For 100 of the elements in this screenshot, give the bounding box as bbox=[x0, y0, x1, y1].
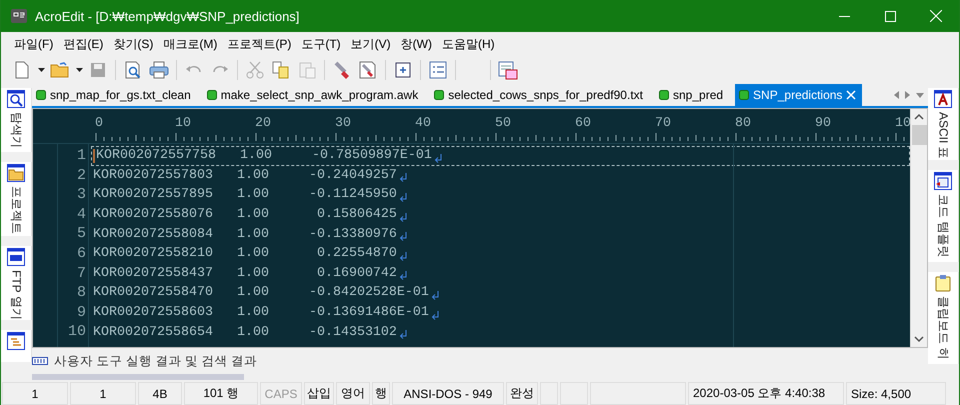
line-end-icon bbox=[398, 173, 407, 184]
line-number: 5 bbox=[76, 224, 87, 244]
menu-item[interactable]: 파일(F) bbox=[9, 36, 58, 52]
ruler-number: 90 bbox=[815, 116, 832, 131]
paste-icon bbox=[298, 61, 316, 79]
list-icon bbox=[429, 61, 447, 79]
code-line: KOR002072558076 1.00 0.15806425 bbox=[93, 207, 397, 222]
code-line: KOR002072558470 1.00 -0.84202528E-01 bbox=[93, 285, 429, 300]
folder-icon bbox=[7, 164, 25, 182]
line-end-icon bbox=[398, 330, 407, 340]
menu-item[interactable]: 프로젝트(P) bbox=[222, 36, 296, 52]
side-panel-tab[interactable] bbox=[1, 330, 32, 362]
menu-item[interactable]: 보기(V) bbox=[346, 36, 396, 52]
side-panel-tab[interactable]: 코드 템플릿 bbox=[928, 170, 959, 262]
line-number: 9 bbox=[76, 302, 87, 322]
side-panel-label: ASCII 표 bbox=[936, 112, 952, 159]
line-end-icon bbox=[398, 252, 407, 262]
line-end-icon bbox=[398, 271, 407, 282]
toolbar-button[interactable] bbox=[427, 59, 449, 81]
ruler-number: 80 bbox=[735, 116, 752, 131]
status-cell: 2020-03-05 오후 4:40:38 bbox=[688, 382, 844, 405]
status-cell: 1 bbox=[2, 382, 68, 405]
line-number: 6 bbox=[76, 244, 87, 264]
side-panel-label: FTP 열기 bbox=[8, 270, 24, 320]
status-cell: 삽입 bbox=[304, 382, 334, 405]
ruler-number: 60 bbox=[575, 116, 592, 131]
close-icon bbox=[930, 10, 942, 22]
side-panel-tab[interactable]: 클립보드 히 bbox=[928, 272, 959, 364]
line-end-icon bbox=[434, 154, 442, 164]
line-number: 2 bbox=[76, 166, 87, 186]
toolbar-button[interactable] bbox=[148, 59, 170, 81]
text-cursor bbox=[93, 148, 95, 163]
status-cell: Size: 4,500 bbox=[846, 382, 946, 405]
line-number: 7 bbox=[76, 264, 87, 284]
ruler-number: 70 bbox=[655, 116, 672, 131]
menu-item[interactable]: 편집(E) bbox=[58, 36, 108, 52]
scroll-thumb[interactable] bbox=[912, 125, 926, 145]
line-end-icon bbox=[398, 212, 407, 223]
ruler-number: 20 bbox=[255, 116, 272, 131]
text-editor[interactable] bbox=[33, 109, 910, 347]
file-icon bbox=[739, 90, 750, 100]
menu-item[interactable]: 창(W) bbox=[396, 36, 437, 52]
side-panel-tab[interactable]: 탐색기 bbox=[1, 88, 32, 152]
line-number: 8 bbox=[76, 283, 87, 303]
file-tab[interactable]: SNP_predictions bbox=[735, 84, 862, 106]
file-tab[interactable]: snp_pred bbox=[655, 84, 736, 106]
status-cell: 영어 bbox=[336, 382, 370, 405]
line-end-icon bbox=[430, 310, 439, 321]
window-title: AcroEdit - [D:₩temp₩dgv₩SNP_predictions] bbox=[35, 8, 300, 24]
line-number: 10 bbox=[66, 322, 87, 342]
copy-icon bbox=[272, 61, 290, 79]
preview-icon bbox=[124, 61, 142, 79]
scissors-icon bbox=[246, 61, 264, 79]
printer-icon bbox=[149, 61, 169, 79]
file-icon bbox=[434, 90, 444, 100]
file-icon bbox=[659, 90, 669, 100]
menu-item[interactable]: 도구(T) bbox=[296, 36, 346, 52]
side-panel-label: 탐색기 bbox=[8, 112, 24, 148]
side-panel-tab[interactable]: ASCII 표 bbox=[928, 88, 959, 160]
clipboard-icon bbox=[934, 274, 952, 292]
ruler-number: 50 bbox=[495, 116, 512, 131]
file-icon bbox=[206, 90, 217, 100]
maximize-icon bbox=[884, 10, 896, 22]
line-end-icon bbox=[398, 192, 407, 203]
scroll-left-icon[interactable] bbox=[894, 91, 899, 99]
ruler-number: 0 bbox=[95, 116, 104, 131]
file-tab[interactable]: selected_cows_snps_for_predf90.txt bbox=[430, 84, 655, 106]
folder-icon bbox=[50, 62, 70, 78]
window-icon bbox=[395, 62, 411, 78]
menu-item[interactable]: 찾기(S) bbox=[108, 36, 158, 52]
status-cell: 101 행 bbox=[184, 382, 258, 405]
ruler-number: 40 bbox=[415, 116, 432, 131]
document-marker-icon bbox=[359, 61, 377, 79]
side-panel-tab[interactable]: 프로젝트 bbox=[1, 162, 32, 236]
app-icon bbox=[11, 9, 27, 23]
close-icon[interactable] bbox=[846, 90, 856, 100]
template-icon bbox=[934, 172, 952, 190]
code-line: KOR002072558654 1.00 -0.14353102 bbox=[93, 324, 397, 340]
code-line: KOR002072557803 1.00 -0.24049257 bbox=[93, 168, 397, 183]
menu-item[interactable]: 도움말(H) bbox=[436, 36, 500, 52]
code-line: KOR002072558210 1.00 0.22554870 bbox=[93, 246, 397, 262]
marker-icon bbox=[333, 61, 351, 79]
side-panel-label: 클립보드 히 bbox=[936, 296, 952, 360]
menu-item[interactable]: 매크로(M) bbox=[158, 36, 222, 52]
scroll-right-icon[interactable] bbox=[905, 91, 910, 99]
output-panel-title[interactable]: 사용자 도구 실행 결과 및 검색 결과 bbox=[54, 352, 257, 370]
code-line: KOR002072558603 1.00 -0.13691486E-01 bbox=[93, 305, 429, 320]
line-number: 1 bbox=[76, 146, 87, 166]
status-cell: 1 bbox=[70, 382, 136, 405]
caret-icon bbox=[38, 68, 44, 72]
code-line: KOR002072557758 1.00 -0.78509897E-01 bbox=[96, 148, 432, 164]
caret-icon[interactable] bbox=[916, 92, 924, 98]
file-tab[interactable]: make_select_snp_awk_program.awk bbox=[202, 84, 430, 106]
ruler-number: 30 bbox=[335, 116, 352, 131]
file-tab[interactable]: snp_map_for_gs.txt_clean bbox=[32, 84, 203, 106]
side-panel-label: 프로젝트 bbox=[8, 186, 24, 234]
ruler-number: 10 bbox=[895, 116, 910, 131]
caret-icon bbox=[76, 68, 82, 72]
side-panel-tab[interactable]: FTP 열기 bbox=[1, 246, 32, 320]
code-line: KOR002072558437 1.00 0.16900742 bbox=[93, 266, 397, 281]
